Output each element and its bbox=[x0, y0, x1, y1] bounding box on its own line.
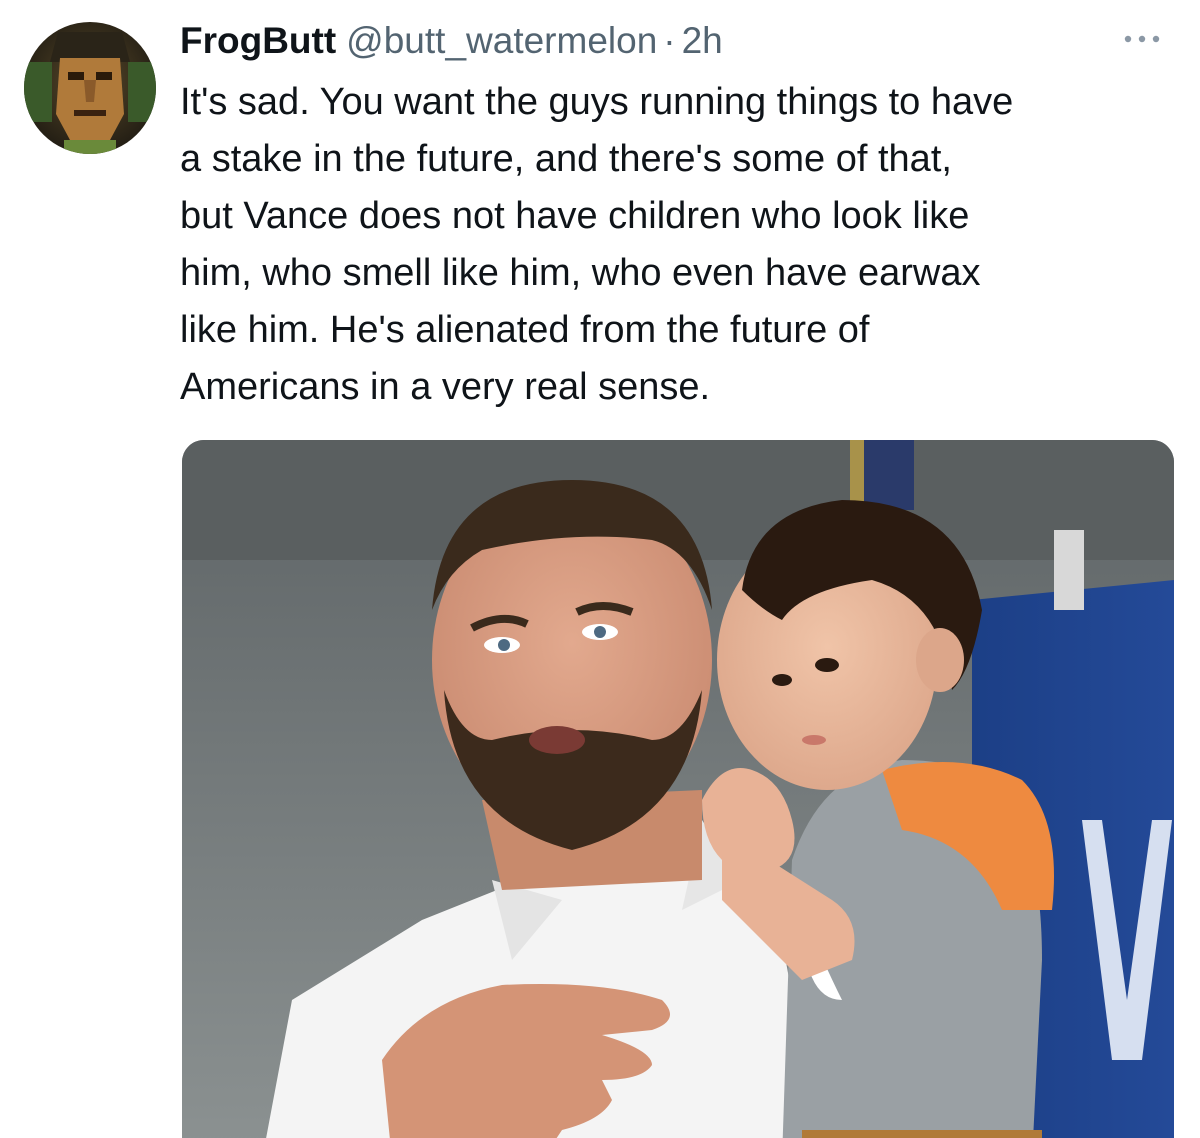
tweet-header: FrogButt @butt_watermelon · 2h bbox=[180, 16, 723, 66]
tweet-text: It's sad. You want the guys running thin… bbox=[180, 81, 1014, 408]
separator-dot: · bbox=[663, 20, 676, 61]
more-horizontal-icon bbox=[1124, 35, 1160, 43]
display-name[interactable]: FrogButt bbox=[180, 16, 336, 66]
more-options-button[interactable] bbox=[1114, 24, 1170, 54]
user-avatar[interactable] bbox=[24, 22, 156, 154]
timestamp[interactable]: 2h bbox=[682, 16, 723, 66]
tweet-photo[interactable] bbox=[182, 440, 1174, 1138]
user-handle[interactable]: @butt_watermelon bbox=[346, 16, 657, 66]
tweet-card[interactable]: FrogButt @butt_watermelon · 2h It's sad.… bbox=[0, 0, 1200, 1138]
